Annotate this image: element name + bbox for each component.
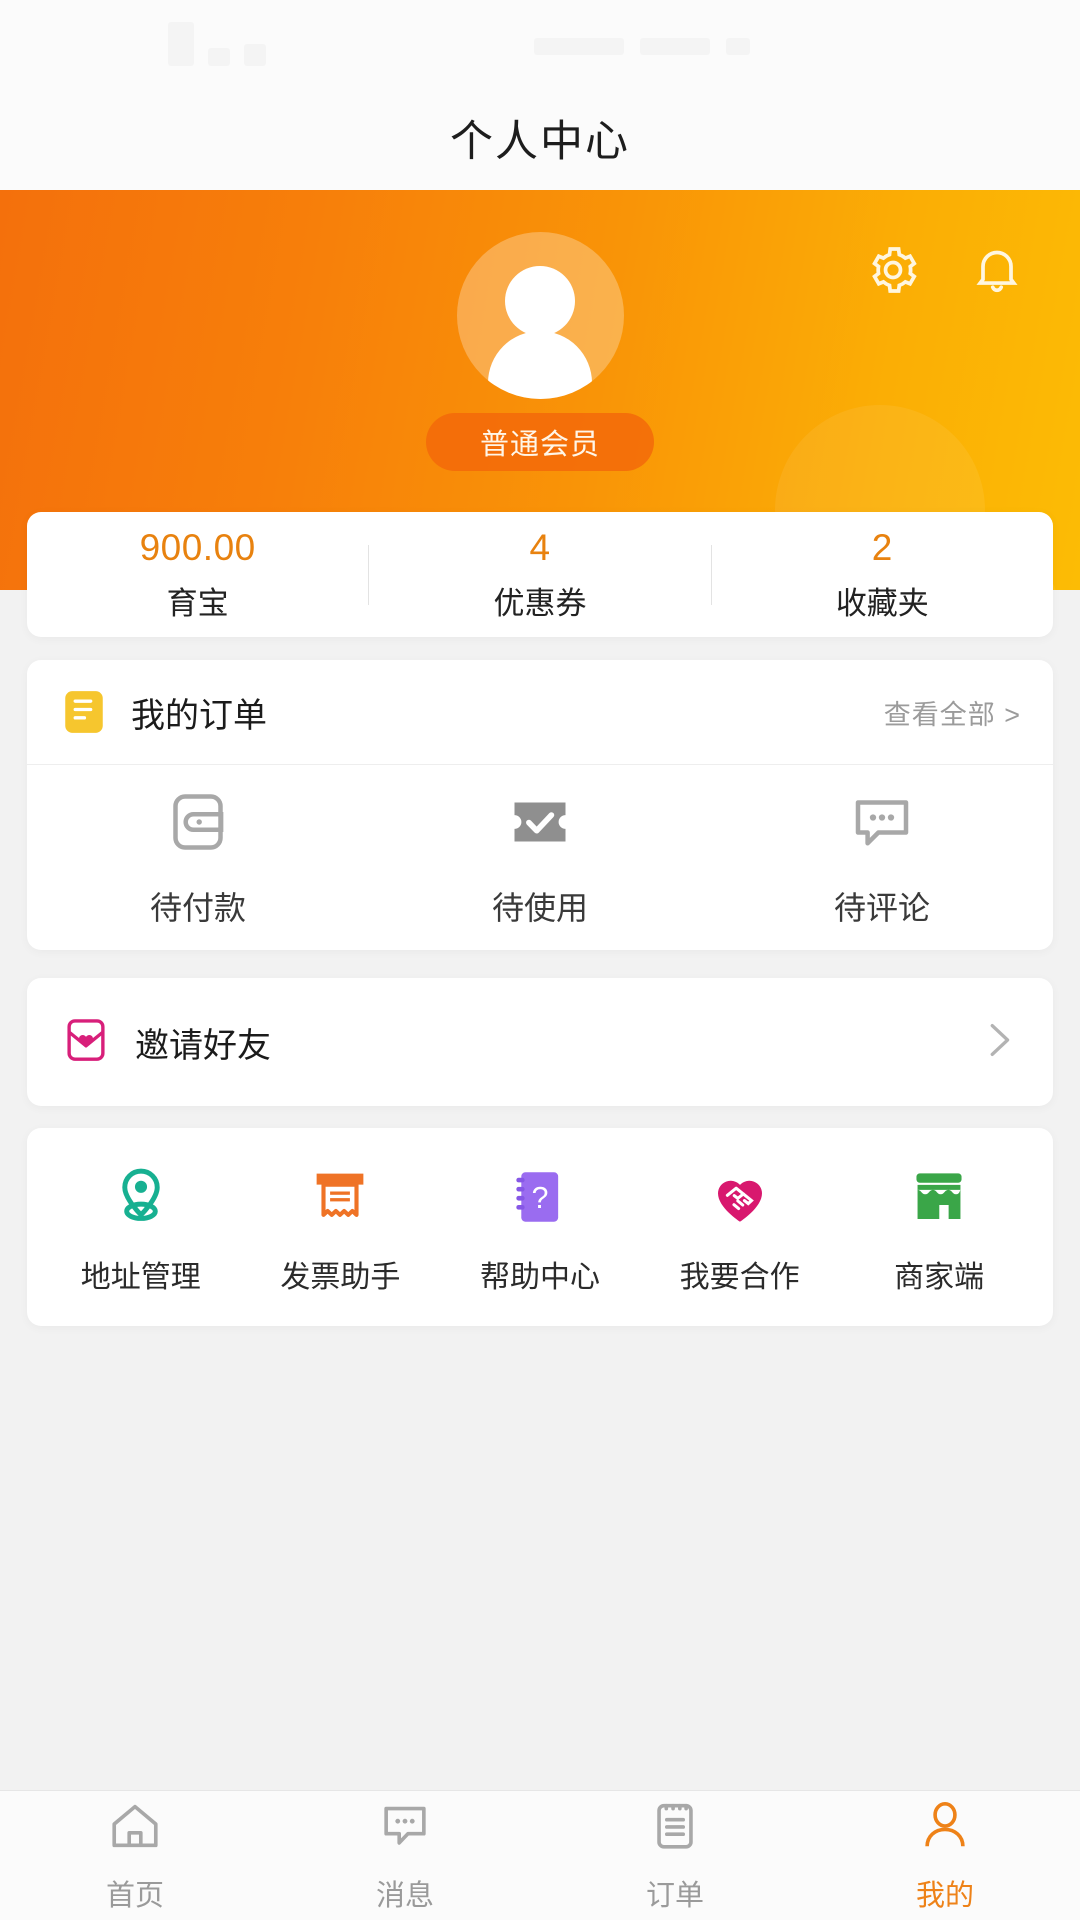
- avatar-person-icon: [505, 266, 575, 336]
- order-status-pending-use[interactable]: 待使用: [369, 786, 711, 929]
- my-orders-card: 我的订单 查看全部 > 待付款 待使用 待评论: [27, 660, 1053, 950]
- ticket-check-icon: [504, 786, 576, 863]
- shortcut-address-management[interactable]: 地址管理: [41, 1158, 241, 1296]
- order-document-icon: [59, 687, 109, 737]
- stat-item-yubao[interactable]: 900.00 育宝: [27, 527, 368, 623]
- my-orders-title: 我的订单: [131, 696, 267, 735]
- order-status-label: 待付款: [149, 889, 246, 926]
- title-bar: 个人中心: [0, 86, 1080, 190]
- receipt-icon: [307, 1158, 373, 1236]
- shortcut-label: 商家端: [894, 1261, 985, 1294]
- tab-orders[interactable]: 订单: [540, 1797, 810, 1914]
- tab-profile[interactable]: 我的: [810, 1797, 1080, 1914]
- avatar[interactable]: [456, 232, 624, 399]
- message-icon: [376, 1797, 434, 1860]
- stats-card: 900.00 育宝 4 优惠券 2 收藏夹: [27, 512, 1053, 637]
- shortcut-label: 发票助手: [280, 1261, 401, 1294]
- comment-dots-icon: [846, 786, 918, 863]
- envelope-heart-icon: [59, 1013, 113, 1072]
- status-bar: [0, 0, 1080, 86]
- status-bar-right: [534, 38, 750, 55]
- status-bar-block: [208, 48, 230, 66]
- stat-label: 优惠券: [493, 585, 587, 621]
- order-status-pending-review[interactable]: 待评论: [711, 786, 1053, 929]
- page-title: 个人中心: [450, 118, 630, 166]
- tab-messages[interactable]: 消息: [270, 1797, 540, 1914]
- stat-item-coupon[interactable]: 4 优惠券: [369, 527, 710, 623]
- tab-home[interactable]: 首页: [0, 1797, 270, 1914]
- bottom-tab-bar: 首页 消息 订单 我的: [0, 1790, 1080, 1920]
- shortcut-merchant-portal[interactable]: 商家端: [839, 1158, 1039, 1296]
- status-bar-block: [244, 44, 266, 66]
- order-status-label: 待使用: [491, 889, 588, 926]
- svg-text:?: ?: [532, 1182, 549, 1215]
- status-bar-block: [534, 38, 624, 55]
- shortcut-help-center[interactable]: ? 帮助中心: [440, 1158, 640, 1296]
- stat-value: 4: [529, 526, 551, 568]
- wallet-icon: [162, 786, 234, 863]
- view-all-orders-link[interactable]: 查看全部 >: [884, 693, 1021, 732]
- stat-item-favorites[interactable]: 2 收藏夹: [712, 527, 1053, 623]
- shortcut-label: 帮助中心: [479, 1261, 600, 1294]
- my-orders-header[interactable]: 我的订单 查看全部 >: [27, 660, 1053, 765]
- tab-label: 我的: [915, 1880, 974, 1912]
- order-status-pending-payment[interactable]: 待付款: [27, 786, 369, 929]
- chevron-right-icon[interactable]: [975, 1017, 1021, 1068]
- home-icon: [106, 1797, 164, 1860]
- person-icon: [916, 1797, 974, 1860]
- shortcut-label: 我要合作: [679, 1261, 800, 1294]
- tab-label: 订单: [645, 1880, 704, 1912]
- shortcut-label: 地址管理: [80, 1261, 201, 1294]
- shortcut-cooperation[interactable]: 我要合作: [640, 1158, 840, 1296]
- personal-center-screen: 个人中心 普通会员 900.00 育宝 4 优惠券 2 收藏夹 我的订单 查看全…: [0, 0, 1080, 1920]
- invite-friends-row[interactable]: 邀请好友: [27, 978, 1053, 1106]
- status-bar-block: [168, 22, 194, 66]
- stat-label: 育宝: [166, 585, 229, 621]
- avatar-area: 普通会员: [0, 232, 1080, 471]
- order-status-label: 待评论: [833, 889, 930, 926]
- avatar-person-body: [488, 331, 592, 399]
- invite-friends-label: 邀请好友: [135, 1026, 271, 1065]
- notebook-question-icon: ?: [507, 1158, 573, 1236]
- member-level-badge[interactable]: 普通会员: [425, 413, 654, 471]
- location-pin-icon: [108, 1158, 174, 1236]
- status-bar-left: [168, 22, 266, 66]
- stat-value: 2: [871, 526, 893, 568]
- clipboard-icon: [646, 1797, 704, 1860]
- tab-label: 消息: [375, 1880, 434, 1912]
- order-status-row: 待付款 待使用 待评论: [27, 765, 1053, 949]
- status-bar-block: [640, 38, 710, 55]
- storefront-icon: [906, 1158, 972, 1236]
- handshake-heart-icon: [707, 1158, 773, 1236]
- stat-label: 收藏夹: [835, 585, 929, 621]
- tab-label: 首页: [105, 1880, 164, 1912]
- shortcut-invoice-assistant[interactable]: 发票助手: [241, 1158, 441, 1296]
- shortcut-grid: 地址管理 发票助手 ? 帮助中心 我要合作 商家端: [27, 1128, 1053, 1326]
- stat-value: 900.00: [139, 526, 256, 568]
- status-bar-block: [726, 38, 750, 55]
